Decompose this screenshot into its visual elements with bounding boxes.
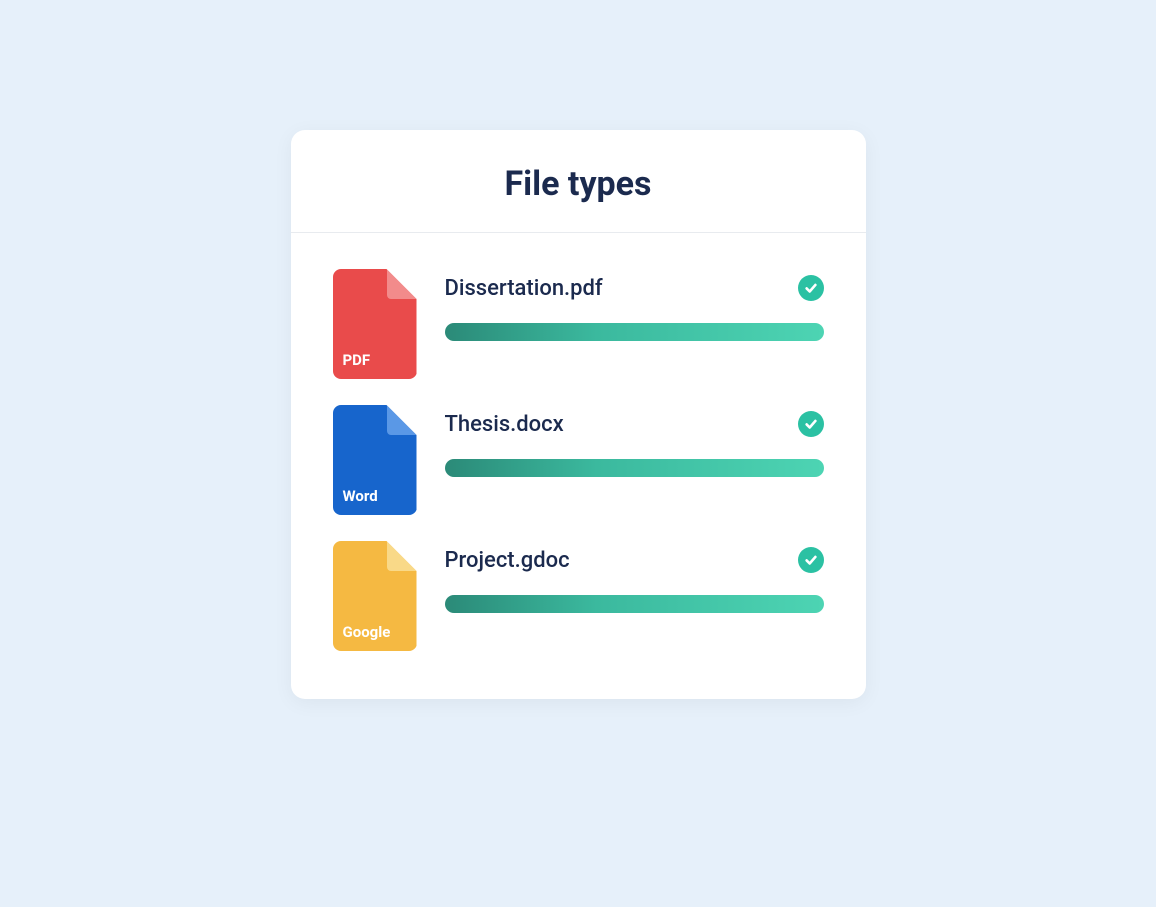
progress-bar xyxy=(445,459,824,477)
checkmark-icon xyxy=(798,547,824,573)
file-icon-label: Google xyxy=(343,623,391,641)
word-file-icon: Word xyxy=(333,405,417,515)
file-row: Google Project.gdoc xyxy=(333,541,824,651)
file-row: Word Thesis.docx xyxy=(333,405,824,515)
file-name: Dissertation.pdf xyxy=(445,276,603,301)
file-row: PDF Dissertation.pdf xyxy=(333,269,824,379)
card-title: File types xyxy=(311,164,846,204)
file-name: Thesis.docx xyxy=(445,412,564,437)
file-fold-corner xyxy=(387,269,417,299)
file-types-card: File types PDF Dissertation.pdf xyxy=(291,130,866,699)
file-icon-label: PDF xyxy=(343,351,371,369)
file-icon-label: Word xyxy=(343,487,378,505)
progress-bar xyxy=(445,595,824,613)
card-header: File types xyxy=(291,130,866,233)
google-file-icon: Google xyxy=(333,541,417,651)
file-details: Thesis.docx xyxy=(445,405,824,477)
card-body: PDF Dissertation.pdf Word Thesis.d xyxy=(291,233,866,699)
file-details: Project.gdoc xyxy=(445,541,824,613)
file-top-row: Thesis.docx xyxy=(445,411,824,437)
progress-bar xyxy=(445,323,824,341)
pdf-file-icon: PDF xyxy=(333,269,417,379)
checkmark-icon xyxy=(798,411,824,437)
file-top-row: Dissertation.pdf xyxy=(445,275,824,301)
checkmark-icon xyxy=(798,275,824,301)
file-name: Project.gdoc xyxy=(445,548,570,573)
file-details: Dissertation.pdf xyxy=(445,269,824,341)
file-fold-corner xyxy=(387,541,417,571)
file-top-row: Project.gdoc xyxy=(445,547,824,573)
file-fold-corner xyxy=(387,405,417,435)
